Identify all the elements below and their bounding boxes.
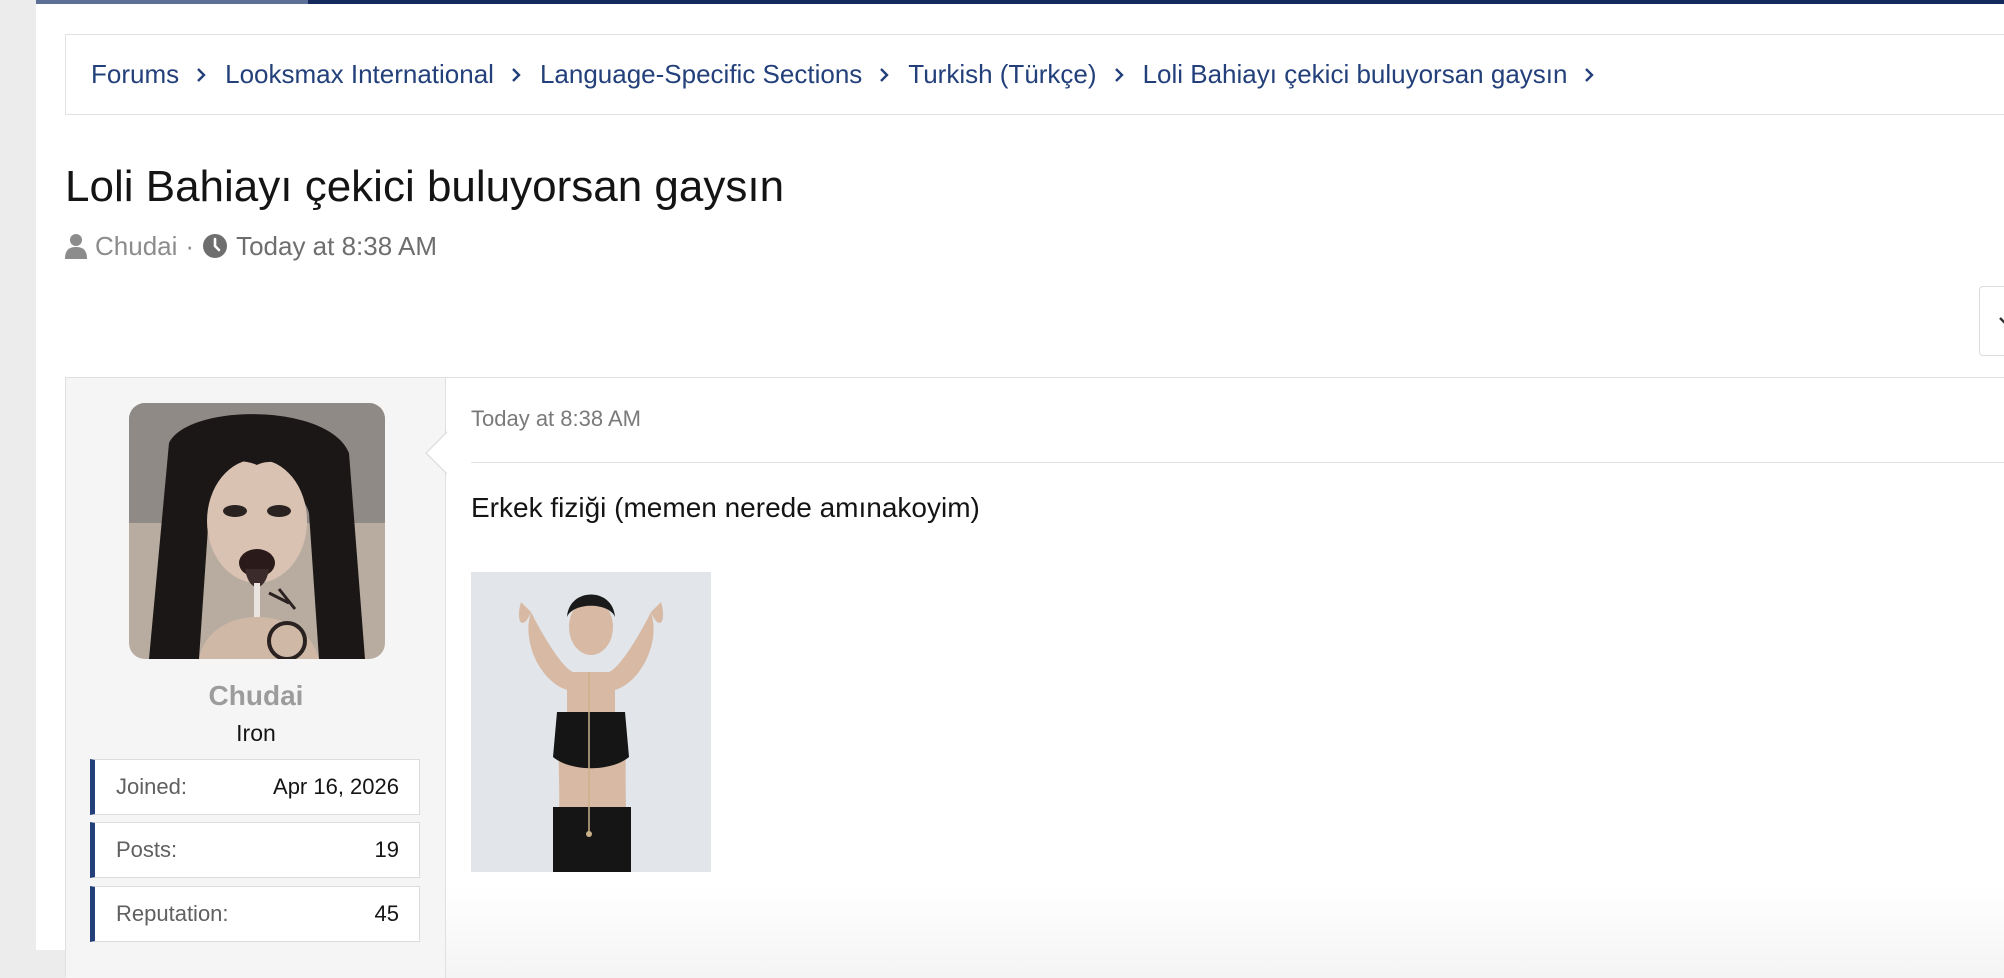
post-body-text: Erkek fiziği (memen nerede amınakoyim) xyxy=(471,492,980,523)
stat-label: Joined: xyxy=(116,774,187,799)
stat-value: 19 xyxy=(374,837,399,862)
breadcrumb-link[interactable]: Language-Specific Sections xyxy=(540,59,862,90)
stat-value: Apr 16, 2026 xyxy=(273,774,399,799)
page-jump-button[interactable] xyxy=(1979,286,2004,356)
breadcrumb-link[interactable]: Forums xyxy=(91,59,179,90)
stat-label: Posts: xyxy=(116,837,178,862)
breadcrumb-item-language-specific-sections[interactable]: Language-Specific Sections xyxy=(540,59,908,90)
post-header-divider xyxy=(471,462,2004,463)
user-icon xyxy=(65,233,87,259)
post-username[interactable]: Chudai xyxy=(66,680,446,712)
breadcrumb-item-thread[interactable]: Loli Bahiayı çekici buluyorsan gaysın xyxy=(1143,59,1614,90)
chevron-right-icon xyxy=(1114,67,1124,83)
breadcrumb-link[interactable]: Looksmax International xyxy=(225,59,494,90)
page-title: Loli Bahiayı çekici buluyorsan gaysın xyxy=(65,162,785,211)
chevron-right-icon xyxy=(196,67,206,83)
user-stat-posts: Posts: 19 xyxy=(90,822,420,878)
clock-icon xyxy=(202,233,228,259)
user-title: Iron xyxy=(236,720,276,746)
user-stat-joined: Joined: Apr 16, 2026 xyxy=(90,759,420,815)
user-stat-reputation: Reputation: 45 xyxy=(90,886,420,942)
thread-date-link[interactable]: Today at 8:38 AM xyxy=(236,231,437,262)
thread-author-link[interactable]: Chudai xyxy=(95,231,177,262)
breadcrumb-link[interactable]: Turkish (Türkçe) xyxy=(908,59,1096,90)
top-nav-active-tab[interactable] xyxy=(36,0,308,4)
breadcrumb-item-forums[interactable]: Forums xyxy=(91,59,225,90)
chevron-right-icon xyxy=(1584,67,1595,83)
breadcrumb-link[interactable]: Loli Bahiayı çekici buluyorsan gaysın xyxy=(1143,59,1568,90)
post-attached-image[interactable] xyxy=(471,572,711,872)
stat-value: 45 xyxy=(374,901,399,926)
post-date-link[interactable]: Today at 8:38 AM xyxy=(471,406,641,432)
chevron-right-icon xyxy=(511,67,521,83)
breadcrumb-item-turkish[interactable]: Turkish (Türkçe) xyxy=(908,59,1142,90)
post-footer-area xyxy=(446,886,2004,978)
chevron-right-icon xyxy=(879,67,889,83)
meta-separator: · xyxy=(185,230,195,261)
chevron-down-icon xyxy=(1998,313,2004,331)
breadcrumb: Forums Looksmax International Language-S… xyxy=(65,34,2004,115)
stat-label: Reputation: xyxy=(116,901,229,926)
breadcrumb-item-looksmax-international[interactable]: Looksmax International xyxy=(225,59,540,90)
thread-meta: Chudai · Today at 8:38 AM xyxy=(65,230,437,262)
avatar[interactable] xyxy=(129,403,385,659)
page: Forums Looksmax International Language-S… xyxy=(36,0,2004,978)
top-nav-bar xyxy=(36,0,2004,4)
post-user-cell: Chudai Iron Joined: Apr 16, 2026 Posts: … xyxy=(66,378,446,978)
post: Chudai Iron Joined: Apr 16, 2026 Posts: … xyxy=(65,377,2004,978)
post-arrow-fill xyxy=(427,432,448,474)
